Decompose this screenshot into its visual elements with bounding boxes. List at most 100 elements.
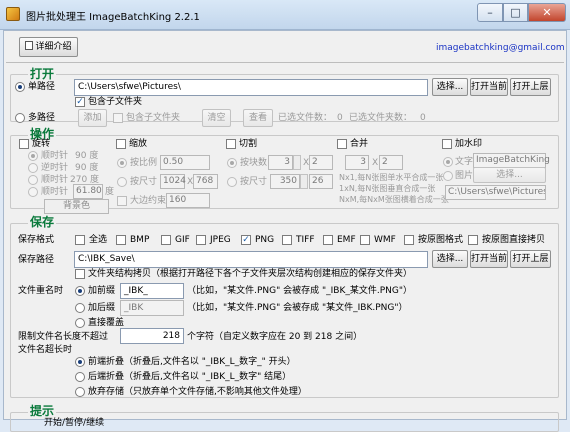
limit-length-input[interactable]: 218 [120, 328, 184, 344]
multi-path-radio[interactable] [15, 113, 25, 123]
format-label-wmf: WMF [374, 235, 396, 245]
copy-structure-checkbox[interactable] [75, 269, 85, 279]
rotate-checkbox[interactable] [19, 139, 29, 149]
suffix-radio[interactable] [75, 303, 85, 313]
format-label-gif: GIF [175, 235, 190, 245]
save-open-current-button[interactable]: 打开当前 [470, 250, 508, 268]
prefix-input[interactable]: _IBK_ [120, 283, 184, 299]
watermark-image-label: 图片 [455, 171, 474, 181]
rotate-cw270-radio[interactable] [28, 175, 38, 185]
limit-length-label: 限制文件名长度不超过 [18, 332, 109, 342]
rotate-cw270-label: 顺时针 [41, 175, 69, 185]
max-constraint-checkbox[interactable] [117, 196, 127, 206]
overwrite-radio[interactable] [75, 318, 85, 328]
format-checkbox-png[interactable]: ✓ [241, 235, 251, 245]
include-subfolders-multi-checkbox[interactable] [113, 113, 123, 123]
format-checkbox-按原图格式[interactable] [404, 235, 414, 245]
cut-count-n1-spinner[interactable] [293, 155, 301, 170]
give-up-label: 放弃存储（只放弃单个文件存储,不影响其他文件处理） [88, 387, 307, 397]
cut-size-radio[interactable] [227, 177, 237, 187]
save-open-parent-button[interactable]: 打开上层 [510, 250, 551, 268]
back-fold-radio[interactable] [75, 372, 85, 382]
single-path-label: 单路径 [28, 82, 56, 92]
cut-label: 切割 [239, 139, 258, 149]
close-button[interactable]: ✕ [528, 3, 566, 22]
save-browse-button[interactable]: 选择... [432, 250, 468, 268]
open-parent-button[interactable]: 打开上层 [510, 78, 551, 96]
rotate-cw90-radio[interactable] [28, 151, 38, 161]
give-up-radio[interactable] [75, 387, 85, 397]
format-label-jpeg: JPEG [210, 235, 231, 245]
watermark-image-choose-button[interactable]: 选择... [473, 167, 546, 183]
view-button[interactable]: 查看 [243, 109, 273, 127]
format-checkbox-wmf[interactable] [360, 235, 370, 245]
rotate-ccw90-label: 逆时针 [41, 163, 69, 173]
clear-button[interactable]: 清空 [202, 109, 231, 127]
save-path-input[interactable]: C:\IBK_Save\ [74, 251, 428, 268]
merge-a-input[interactable]: 3 [345, 155, 369, 170]
details-button[interactable]: 详细介绍 [19, 37, 78, 57]
watermark-checkbox[interactable] [442, 139, 452, 149]
watermark-text-input[interactable]: ImageBatchKing [473, 153, 550, 168]
rotate-label: 旋转 [32, 139, 51, 149]
prefix-radio[interactable] [75, 286, 85, 296]
watermark-image-path: C:\Users\sfwe\Pictures\ [445, 185, 546, 200]
scale-size-radio[interactable] [117, 177, 127, 187]
selected-files-label: 已选文件数： [278, 113, 333, 123]
watermark-text-label: 文字 [455, 157, 474, 167]
add-path-button[interactable]: 添加 [78, 109, 107, 127]
details-button-label: 详细介绍 [35, 42, 72, 52]
format-checkbox-全选[interactable] [75, 235, 85, 245]
format-checkbox-bmp[interactable] [116, 235, 126, 245]
rotate-ccw90-radio[interactable] [28, 163, 38, 173]
rotate-custom-radio[interactable] [28, 187, 38, 197]
format-checkbox-jpeg[interactable] [196, 235, 206, 245]
format-checkbox-emf[interactable] [323, 235, 333, 245]
scale-width-input[interactable]: 1024 [160, 174, 186, 189]
suffix-label: 加后缀 [88, 303, 116, 313]
single-path-input[interactable]: C:\Users\sfwe\Pictures\ [74, 79, 428, 96]
maximize-button[interactable]: □ [503, 3, 528, 22]
format-checkbox-按原图直接拷贝[interactable] [468, 235, 478, 245]
watermark-image-radio[interactable] [443, 171, 453, 181]
merge-b-input[interactable]: 2 [379, 155, 403, 170]
cut-count-radio[interactable] [227, 158, 237, 168]
save-path-label: 保存路径 [18, 255, 55, 265]
cut-checkbox[interactable] [226, 139, 236, 149]
open-browse-button[interactable]: 选择... [432, 78, 468, 96]
format-label-emf: EMF [337, 235, 356, 245]
minimize-button[interactable]: – [477, 3, 503, 22]
back-fold-label: 后端折叠（折叠后,文件名以 "_IBK_L_数字" 结尾） [88, 372, 292, 382]
cut-width-spinner[interactable] [300, 174, 308, 189]
rotate-cw90-label: 顺时针 [41, 151, 69, 161]
cut-width-input[interactable]: 350 [270, 174, 300, 189]
open-current-button[interactable]: 打开当前 [470, 78, 508, 96]
format-checkbox-tiff[interactable] [282, 235, 292, 245]
title-bar: 图片批处理王 ImageBatchKing 2.2.1 – □ ✕ [0, 0, 570, 30]
email-link[interactable]: imagebatchking@gmail.com [436, 43, 565, 53]
window-title: 图片批处理王 ImageBatchKing 2.2.1 [26, 12, 200, 23]
format-checkbox-gif[interactable] [161, 235, 171, 245]
max-constraint-input[interactable]: 160 [166, 193, 210, 208]
rotate-custom-input[interactable]: 61.80 [73, 184, 103, 199]
copy-structure-label: 文件夹结构拷贝（根据打开路径下各个子文件夹层次结构创建相应的保存文件夹） [88, 269, 413, 279]
merge-checkbox[interactable] [337, 139, 347, 149]
merge-label: 合并 [350, 139, 369, 149]
cut-count-n2-input[interactable]: 2 [309, 155, 333, 170]
scale-height-input[interactable]: 768 [193, 174, 218, 189]
cut-height-input[interactable]: 26 [309, 174, 333, 189]
tips-group-title: 提示 [28, 404, 57, 418]
include-subfolders-label: 包含子文件夹 [88, 97, 143, 107]
include-subfolders-checkbox[interactable]: ✓ [75, 97, 85, 107]
background-color-dropdown[interactable]: 背景色 [44, 199, 109, 214]
scale-checkbox[interactable] [116, 139, 126, 149]
single-path-radio[interactable] [15, 82, 25, 92]
scale-ratio-radio[interactable] [117, 158, 127, 168]
rotate-custom-label: 顺时针 [41, 187, 69, 197]
cut-count-n1-input[interactable]: 3 [268, 155, 293, 170]
selected-files-count: 0 [337, 113, 343, 123]
scale-ratio-input[interactable]: 0.50 [160, 155, 210, 170]
suffix-input[interactable]: _IBK [120, 300, 184, 316]
front-fold-radio[interactable] [75, 357, 85, 367]
watermark-text-radio[interactable] [443, 157, 453, 167]
